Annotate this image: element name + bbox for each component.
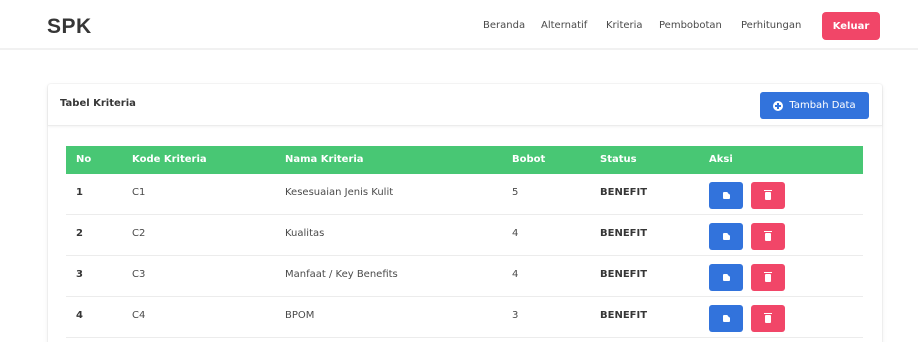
table-header: No Kode Kriteria Nama Kriteria Bobot Sta… — [66, 146, 863, 174]
cell-bobot: 4 — [512, 269, 519, 280]
table-row: 2 C2 Kualitas 4 BENEFIT — [66, 215, 863, 256]
nav-link-beranda[interactable]: Beranda — [483, 20, 525, 31]
column-header-no: No — [76, 154, 92, 165]
nav-link-alternatif[interactable]: Alternatif — [541, 20, 587, 31]
cell-bobot: 3 — [512, 310, 519, 321]
trash-icon — [764, 271, 772, 282]
edit-button[interactable] — [709, 264, 743, 291]
cell-kode: C4 — [132, 310, 146, 321]
column-header-nama: Nama Kriteria — [285, 154, 364, 165]
cell-nama: Manfaat / Key Benefits — [285, 269, 398, 280]
card-title: Tabel Kriteria — [60, 98, 136, 109]
column-header-kode: Kode Kriteria — [132, 154, 207, 165]
plus-circle-icon — [773, 100, 784, 111]
navbar: SPK Beranda Alternatif Kriteria Pembobot… — [0, 0, 918, 48]
table-row: 4 C4 BPOM 3 BENEFIT — [66, 297, 863, 338]
edit-icon — [722, 315, 730, 322]
cell-kode: C3 — [132, 269, 146, 280]
edit-icon — [722, 192, 730, 199]
cell-kode: C1 — [132, 187, 146, 198]
cell-bobot: 5 — [512, 187, 519, 198]
table-row: 3 C3 Manfaat / Key Benefits 4 BENEFIT — [66, 256, 863, 297]
cell-bobot: 4 — [512, 228, 519, 239]
cell-nama: Kesesuaian Jenis Kulit — [285, 187, 394, 198]
edit-button[interactable] — [709, 182, 743, 209]
table-row: 1 C1 Kesesuaian Jenis Kulit 5 BENEFIT — [66, 174, 863, 215]
cell-status: BENEFIT — [600, 310, 648, 321]
cell-status: BENEFIT — [600, 187, 648, 198]
cell-no: 3 — [76, 269, 83, 280]
nav-link-perhitungan[interactable]: Perhitungan — [741, 20, 801, 31]
delete-button[interactable] — [751, 264, 785, 291]
column-header-status: Status — [600, 154, 637, 165]
column-header-bobot: Bobot — [512, 154, 546, 165]
cell-status: BENEFIT — [600, 269, 648, 280]
edit-button[interactable] — [709, 305, 743, 332]
column-header-aksi: Aksi — [709, 154, 733, 165]
delete-button[interactable] — [751, 305, 785, 332]
edit-button[interactable] — [709, 223, 743, 250]
logout-button[interactable]: Keluar — [822, 12, 880, 40]
edit-icon — [722, 274, 730, 281]
cell-status: BENEFIT — [600, 228, 648, 239]
cell-no: 1 — [76, 187, 83, 198]
trash-icon — [764, 230, 772, 241]
edit-icon — [722, 233, 730, 240]
cell-kode: C2 — [132, 228, 146, 239]
add-data-label: Tambah Data — [789, 100, 856, 111]
cell-no: 2 — [76, 228, 83, 239]
delete-button[interactable] — [751, 182, 785, 209]
card-header: Tabel Kriteria Tambah Data — [48, 84, 882, 126]
cell-nama: BPOM — [285, 310, 315, 321]
trash-icon — [764, 189, 772, 200]
criteria-card: Tabel Kriteria Tambah Data No Kode Krite… — [48, 84, 882, 342]
nav-link-pembobotan[interactable]: Pembobotan — [659, 20, 722, 31]
nav-link-kriteria[interactable]: Kriteria — [606, 20, 643, 31]
delete-button[interactable] — [751, 223, 785, 250]
brand-logo[interactable]: SPK — [47, 15, 92, 39]
trash-icon — [764, 312, 772, 323]
cell-no: 4 — [76, 310, 83, 321]
add-data-button[interactable]: Tambah Data — [760, 92, 869, 119]
cell-nama: Kualitas — [285, 228, 325, 239]
